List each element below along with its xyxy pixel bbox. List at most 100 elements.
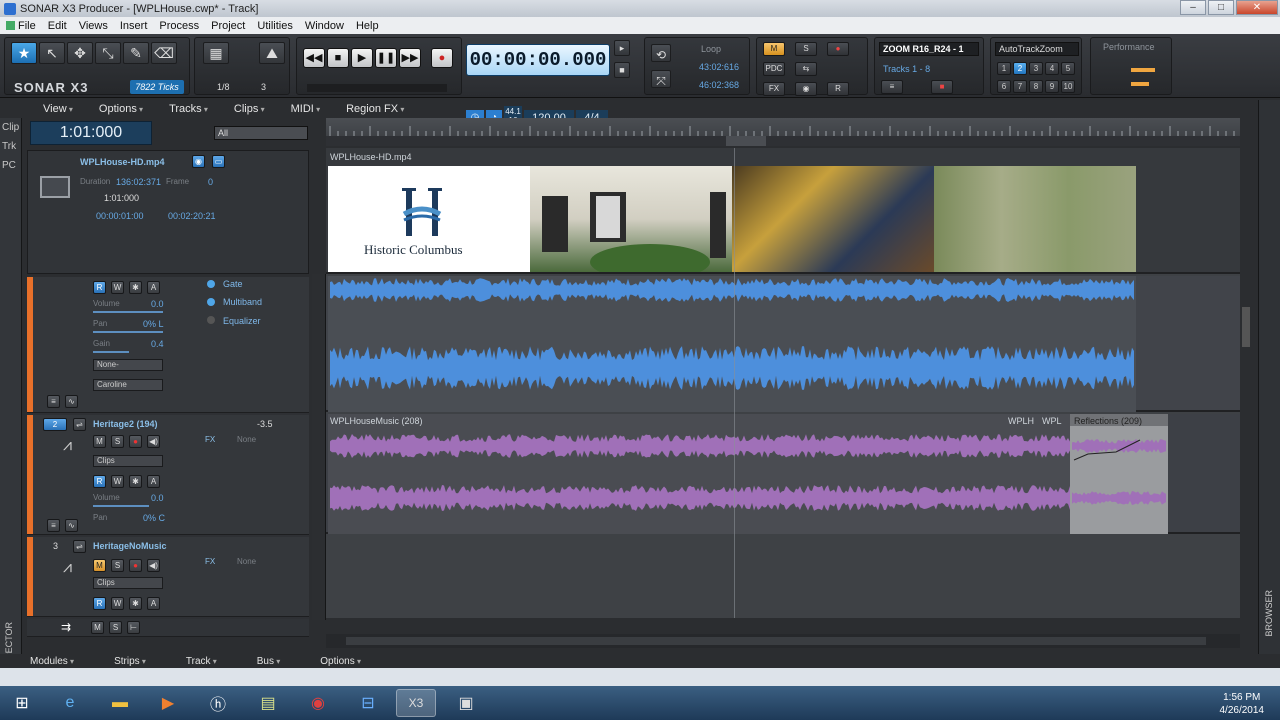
snap-grid-icon[interactable]: ▦: [203, 42, 229, 64]
solo-global-button[interactable]: S: [795, 42, 817, 56]
stop-button[interactable]: ■: [327, 48, 349, 68]
transport-stop-small[interactable]: ■: [614, 62, 630, 78]
vertical-scrollbar[interactable]: [1240, 277, 1252, 637]
pan-value[interactable]: 0% L: [143, 319, 164, 329]
menu-window[interactable]: Window: [299, 20, 350, 32]
read-automation-button[interactable]: R: [93, 597, 106, 610]
track-view-dropdown[interactable]: Clips: [93, 577, 163, 589]
draw-tool-icon[interactable]: ✎: [123, 42, 149, 64]
time-display[interactable]: 00:00:00.000: [466, 44, 610, 76]
track-name[interactable]: Heritage2 (194): [93, 419, 158, 429]
tab-strips[interactable]: Strips: [84, 656, 156, 667]
midi-menu[interactable]: MIDI: [278, 103, 333, 115]
edit-tool-icon[interactable]: ⤡: [95, 42, 121, 64]
snap-value[interactable]: 1/8: [217, 82, 230, 92]
tab-track[interactable]: Track: [156, 656, 227, 667]
move-tool-icon[interactable]: ✥: [67, 42, 93, 64]
tracks-menu[interactable]: Tracks: [156, 103, 221, 115]
smart-tool-icon[interactable]: ★: [11, 42, 37, 64]
bus-output-button[interactable]: ⊢: [127, 621, 140, 634]
maximize-button[interactable]: □: [1208, 0, 1234, 15]
mix-icon-4[interactable]: R: [827, 82, 849, 96]
menu-insert[interactable]: Insert: [114, 20, 154, 32]
input-echo-button[interactable]: ✱: [129, 475, 142, 488]
input-dropdown[interactable]: None-: [93, 359, 163, 371]
clip-video-icon[interactable]: ▭: [212, 155, 225, 168]
clips-menu[interactable]: Clips: [221, 103, 278, 115]
track-number[interactable]: 3: [53, 541, 58, 551]
track-envelope-icon[interactable]: ∿: [65, 519, 78, 532]
track-name[interactable]: HeritageNoMusic: [93, 541, 167, 551]
audio-waveform-2[interactable]: [326, 414, 1240, 534]
fx-button[interactable]: FX: [763, 82, 785, 96]
horizontal-scrollbar[interactable]: [326, 634, 1240, 648]
screenset-6[interactable]: 6: [997, 80, 1011, 93]
select-tool-icon[interactable]: ↖: [39, 42, 65, 64]
timeline-ruler[interactable]: [326, 118, 1240, 146]
video-thumbnails[interactable]: Historic Columbus: [328, 166, 1136, 272]
screenset-3[interactable]: 3: [1029, 62, 1043, 75]
screenset-9[interactable]: 9: [1045, 80, 1059, 93]
loop-icon[interactable]: ⟲: [651, 44, 671, 62]
clip-start[interactable]: 1:01:000: [104, 193, 139, 203]
menu-utilities[interactable]: Utilities: [251, 20, 298, 32]
fx-gate[interactable]: Gate: [223, 279, 243, 289]
gain-value[interactable]: 0.4: [151, 339, 164, 349]
fx-label[interactable]: FX: [205, 435, 215, 444]
screenset-4[interactable]: 4: [1045, 62, 1059, 75]
start-orb-icon[interactable]: ⊞: [2, 689, 42, 717]
write-automation-button[interactable]: W: [111, 597, 124, 610]
close-button[interactable]: ✕: [1236, 0, 1278, 15]
screenset-10[interactable]: 10: [1061, 80, 1075, 93]
mix-icon-2[interactable]: ⇆: [795, 62, 817, 76]
record-button[interactable]: ●: [431, 48, 453, 68]
tab-modules[interactable]: Modules: [0, 656, 84, 667]
menu-help[interactable]: Help: [350, 20, 385, 32]
input-echo-button[interactable]: ✱: [129, 281, 142, 294]
track-view-dropdown[interactable]: Clips: [93, 455, 163, 467]
regionfx-menu[interactable]: Region FX: [333, 103, 417, 115]
read-automation-button[interactable]: R: [93, 475, 106, 488]
play-button[interactable]: ▶: [351, 48, 373, 68]
pan-slider[interactable]: [93, 331, 163, 333]
taskbar-clock[interactable]: 1:56 PM 4/26/2014: [1220, 691, 1265, 717]
other-app-icon[interactable]: ▣: [446, 689, 486, 717]
loop-start[interactable]: 43:02:616: [699, 62, 739, 72]
erase-tool-icon[interactable]: ⌫: [151, 42, 177, 64]
track-number[interactable]: 2: [43, 418, 67, 431]
now-time-line[interactable]: [734, 148, 735, 618]
menu-file[interactable]: File: [0, 20, 42, 32]
hscroll-thumb[interactable]: [346, 637, 1206, 645]
mute-button[interactable]: M: [93, 435, 106, 448]
autotrack-dropdown[interactable]: AutoTrackZoom: [995, 42, 1079, 56]
ticks-display[interactable]: 7822 Ticks: [130, 80, 184, 94]
sonar-taskbar-icon[interactable]: X3: [396, 689, 436, 717]
mute-global-button[interactable]: M: [763, 42, 785, 56]
time-end[interactable]: 00:02:20:21: [168, 211, 216, 221]
ie-icon[interactable]: e: [50, 689, 90, 717]
marks-icon[interactable]: ⛰: [259, 42, 285, 64]
screenset-1[interactable]: 1: [997, 62, 1011, 75]
read-automation-button[interactable]: R: [93, 281, 106, 294]
menu-views[interactable]: Views: [73, 20, 114, 32]
hp-icon[interactable]: ⓗ: [198, 689, 238, 717]
gain-slider[interactable]: [93, 351, 129, 353]
tab-clip[interactable]: Clip: [0, 118, 21, 137]
options-menu[interactable]: Options: [86, 103, 156, 115]
loop-end[interactable]: 46:02:368: [699, 80, 739, 90]
position-slider[interactable]: [307, 84, 447, 92]
tab-bus[interactable]: Bus: [227, 656, 290, 667]
tab-options[interactable]: Options: [290, 656, 371, 667]
punch-icon[interactable]: ⤧: [651, 70, 671, 88]
scroll-thumb[interactable]: [1242, 307, 1250, 347]
volume-slider[interactable]: [93, 505, 149, 507]
write-automation-button[interactable]: W: [111, 281, 124, 294]
minimize-button[interactable]: –: [1180, 0, 1206, 15]
chrome-icon[interactable]: ◉: [298, 689, 338, 717]
fast-forward-button[interactable]: ▶▶: [399, 48, 421, 68]
zoom-preset-dropdown[interactable]: ZOOM R16_R24 - 1: [879, 42, 979, 56]
mix-icon-3[interactable]: ◉: [795, 82, 817, 96]
transport-menu-icon[interactable]: ▸: [614, 40, 630, 56]
track-envelope-icon[interactable]: ∿: [65, 395, 78, 408]
fx-label[interactable]: FX: [205, 557, 215, 566]
